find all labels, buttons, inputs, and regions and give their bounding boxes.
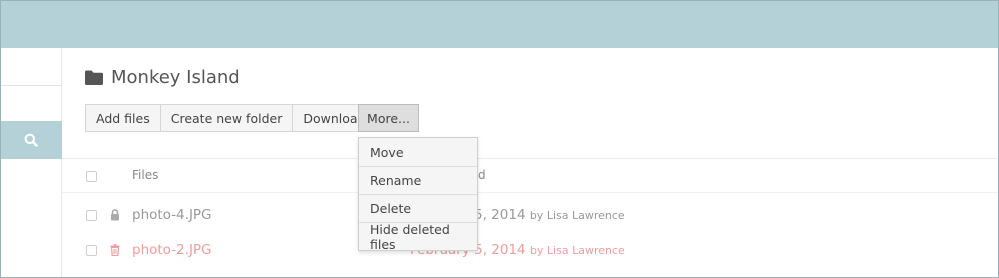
- date-text: 5, 2014: [474, 207, 526, 223]
- divider: [62, 192, 998, 193]
- menu-item-move[interactable]: Move: [359, 138, 477, 166]
- file-name-link[interactable]: photo-4.JPG: [132, 207, 212, 223]
- search-icon: [24, 133, 38, 147]
- more-button[interactable]: More...: [358, 104, 419, 132]
- more-dropdown-menu: Move Rename Delete Hide deleted files: [358, 137, 478, 252]
- select-all-checkbox[interactable]: [86, 171, 97, 182]
- top-bar: [0, 0, 999, 48]
- sidebar: [0, 48, 62, 278]
- row-checkbox[interactable]: [86, 245, 97, 256]
- menu-item-delete[interactable]: Delete: [359, 194, 477, 222]
- modified-date: 5, 2014 by Lisa Lawrence: [474, 207, 625, 223]
- menu-item-rename[interactable]: Rename: [359, 166, 477, 194]
- folder-icon: [85, 70, 103, 85]
- menu-item-hide-deleted[interactable]: Hide deleted files: [359, 222, 477, 252]
- column-header-files[interactable]: Files: [132, 168, 158, 182]
- create-folder-button[interactable]: Create new folder: [160, 105, 294, 131]
- divider: [62, 158, 998, 159]
- main-panel: Monkey Island Add files Create new folde…: [62, 48, 998, 278]
- author-text: by Lisa Lawrence: [529, 209, 625, 222]
- page-title: Monkey Island: [111, 67, 240, 88]
- file-name-link[interactable]: photo-2.JPG: [132, 242, 212, 258]
- lock-icon: [111, 209, 119, 221]
- toolbar: Add files Create new folder Download: [85, 104, 377, 132]
- add-files-button[interactable]: Add files: [86, 105, 161, 131]
- sidebar-divider: [0, 85, 62, 86]
- author-text: by Lisa Lawrence: [529, 244, 625, 257]
- row-checkbox[interactable]: [86, 210, 97, 221]
- folder-header: Monkey Island: [85, 67, 240, 88]
- trash-icon[interactable]: [110, 244, 120, 256]
- search-button[interactable]: [0, 121, 62, 159]
- column-header-modified[interactable]: d: [478, 168, 486, 182]
